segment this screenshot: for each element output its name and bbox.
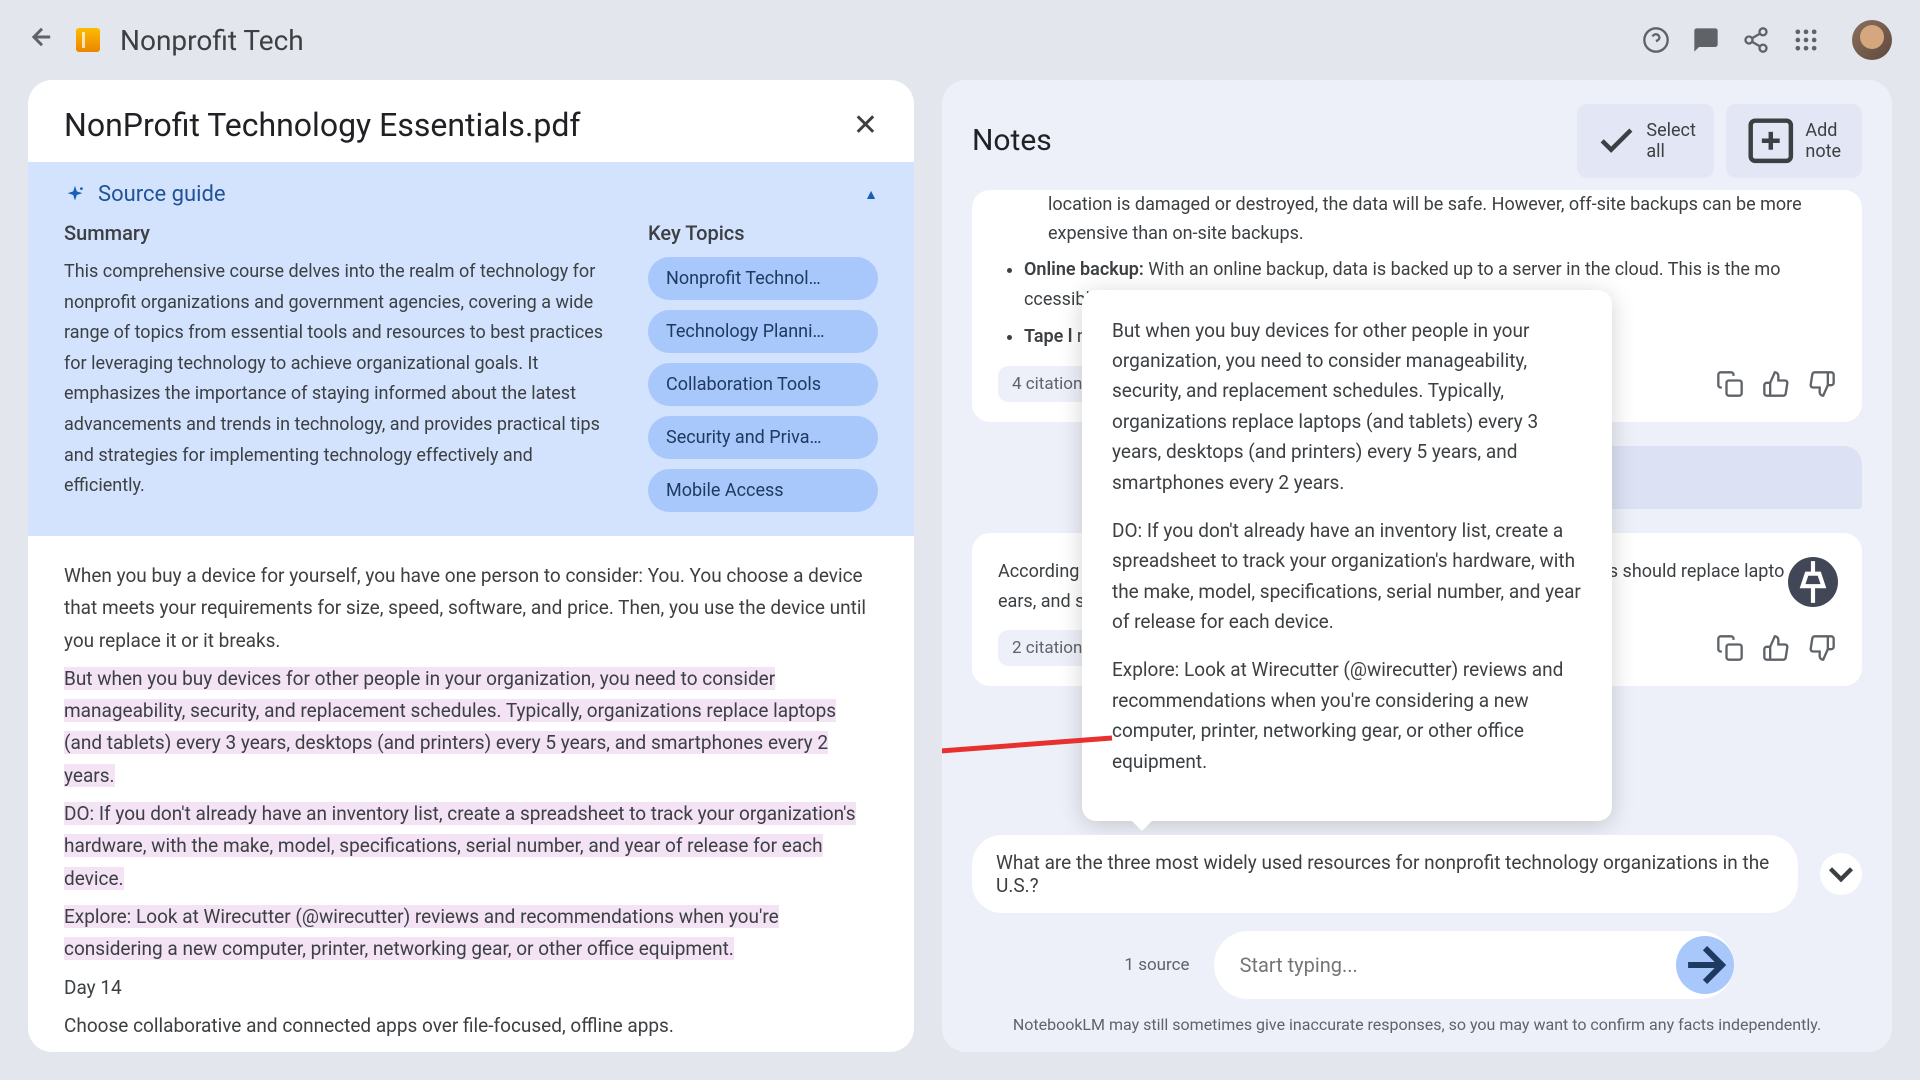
copy-icon[interactable] xyxy=(1716,634,1744,662)
source-count: 1 source xyxy=(1100,955,1213,975)
share-icon[interactable] xyxy=(1742,26,1770,54)
avatar[interactable] xyxy=(1852,20,1892,60)
add-note-button[interactable]: Add note xyxy=(1726,104,1862,178)
disclaimer-text: NotebookLM may still sometimes give inac… xyxy=(942,1015,1892,1052)
chevron-down-icon[interactable] xyxy=(1820,853,1862,895)
doc-paragraph: Day 14 xyxy=(64,972,878,1004)
help-icon[interactable] xyxy=(1642,26,1670,54)
citation-tooltip: But when you buy devices for other peopl… xyxy=(1082,290,1612,821)
thumbs-up-icon[interactable] xyxy=(1762,370,1790,398)
doc-highlight: But when you buy devices for other peopl… xyxy=(64,667,836,787)
document-title: NonProfit Technology Essentials.pdf xyxy=(64,106,581,144)
apps-icon[interactable] xyxy=(1792,26,1820,54)
source-panel: NonProfit Technology Essentials.pdf ✕ So… xyxy=(28,80,914,1052)
topic-chip[interactable]: Technology Planni… xyxy=(648,310,878,353)
doc-paragraph: When you buy a device for yourself, you … xyxy=(64,560,878,657)
chat-input-field[interactable] xyxy=(1240,953,1708,977)
collapse-icon[interactable]: ▲ xyxy=(864,186,878,203)
summary-text: This comprehensive course delves into th… xyxy=(64,257,618,502)
doc-paragraph: For example, consider that when you send… xyxy=(64,1048,878,1052)
thumbs-down-icon[interactable] xyxy=(1808,370,1836,398)
comment-icon[interactable] xyxy=(1692,26,1720,54)
suggestion-chip[interactable]: What are the three most widely used reso… xyxy=(972,835,1798,913)
thumbs-up-icon[interactable] xyxy=(1762,634,1790,662)
notes-title: Notes xyxy=(972,123,1052,158)
notebook-icon xyxy=(76,28,100,52)
source-guide-label: Source guide xyxy=(98,182,226,207)
doc-paragraph: Choose collaborative and connected apps … xyxy=(64,1010,878,1042)
key-topics-label: Key Topics xyxy=(648,221,878,245)
topic-chip[interactable]: Nonprofit Technol… xyxy=(648,257,878,300)
page-title: Nonprofit Tech xyxy=(120,24,304,57)
pin-button[interactable] xyxy=(1788,557,1838,607)
thumbs-down-icon[interactable] xyxy=(1808,634,1836,662)
doc-highlight: DO: If you don't already have an invento… xyxy=(64,802,856,890)
topic-chip[interactable]: Mobile Access xyxy=(648,469,878,512)
notes-panel: Notes Select all Add note location is da… xyxy=(942,80,1892,1052)
document-body: When you buy a device for yourself, you … xyxy=(28,536,914,1052)
send-button[interactable] xyxy=(1676,936,1734,994)
doc-highlight: Explore: Look at Wirecutter (@wirecutter… xyxy=(64,905,779,960)
close-icon[interactable]: ✕ xyxy=(853,108,878,143)
back-icon[interactable] xyxy=(28,23,56,58)
select-all-button[interactable]: Select all xyxy=(1577,104,1713,178)
sparkle-icon xyxy=(64,184,86,206)
chat-input[interactable] xyxy=(1214,931,1734,999)
topic-chip[interactable]: Security and Priva… xyxy=(648,416,878,459)
topic-chip[interactable]: Collaboration Tools xyxy=(648,363,878,406)
summary-label: Summary xyxy=(64,221,618,245)
copy-icon[interactable] xyxy=(1716,370,1744,398)
